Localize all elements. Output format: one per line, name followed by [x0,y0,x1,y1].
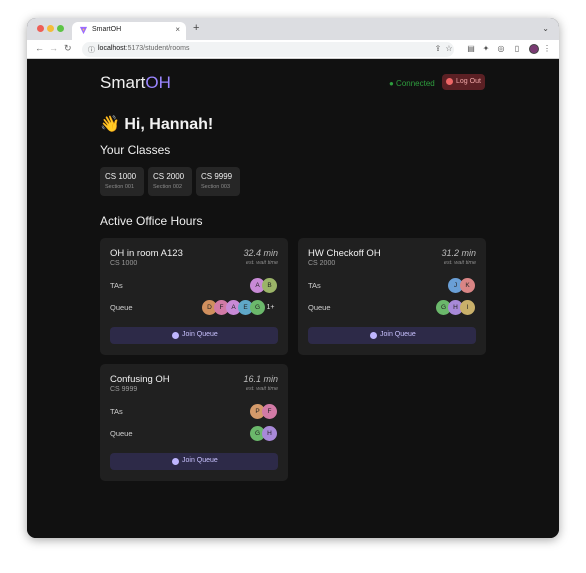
ta-avatar[interactable]: K [460,278,475,293]
vite-favicon-icon [79,26,88,35]
logout-icon [446,78,453,85]
logout-button[interactable]: Log Out [442,74,485,90]
tab-title: SmartOH [92,26,122,33]
ta-avatars: P F [250,404,278,419]
room-course: CS 2000 [308,260,336,267]
new-tab-button[interactable]: + [193,22,199,34]
class-section: Section 003 [201,184,231,190]
queue-avatar[interactable]: I [460,300,475,315]
class-section: Section 001 [105,184,135,190]
url-text: localhost:5173/student/rooms [98,45,189,52]
queue-avatars: D F A E G 1+ [202,300,278,315]
ta-avatar[interactable]: B [262,278,277,293]
back-arrow-icon[interactable]: ← [35,43,44,53]
app-page: SmartOH ● Connected Log Out 👋 Hi, Hannah… [27,59,559,538]
tas-label: TAs [110,281,123,290]
site-info-icon[interactable]: ⓘ [88,45,95,55]
wait-time-label: est. wait time [245,386,278,392]
side-panel-icon[interactable]: ▯ [513,45,521,53]
browser-tab[interactable]: SmartOH × [72,22,186,40]
queue-avatars: G H [250,426,278,441]
join-plus-icon [370,332,377,339]
join-queue-button[interactable]: Join Queue [110,327,278,344]
join-queue-label: Join Queue [380,331,416,338]
browser-menu-icon[interactable]: ⋮ [543,45,551,53]
tas-label: TAs [308,281,321,290]
office-hours-card: OH in room A123 CS 1000 32.4 min est. wa… [100,238,288,355]
active-hours-heading: Active Office Hours [100,214,203,228]
room-title: OH in room A123 [110,248,183,259]
join-plus-icon [172,332,179,339]
class-card[interactable]: CS 9999 Section 003 [196,167,240,196]
room-course: CS 1000 [110,260,138,267]
bookmark-star-icon[interactable]: ☆ [445,45,453,53]
profile-avatar[interactable] [529,44,539,54]
wait-time: 16.1 min [243,374,278,384]
wait-time-label: est. wait time [245,260,278,266]
browser-window: SmartOH × + ⌄ ← → ↻ ⓘ localhost:5173/stu… [27,18,559,538]
queue-avatar[interactable]: H [262,426,277,441]
tas-label: TAs [110,407,123,416]
brand-oh: OH [145,73,171,92]
class-code: CS 1000 [105,172,137,181]
room-title: Confusing OH [110,374,170,385]
share-icon[interactable]: ⇪ [434,45,442,53]
logout-label: Log Out [456,78,481,85]
queue-overflow-count: 1+ [266,304,275,311]
office-hours-card: HW Checkoff OH CS 2000 31.2 min est. wai… [298,238,486,355]
class-code: CS 9999 [201,172,233,181]
join-queue-button[interactable]: Join Queue [110,453,278,470]
brand-smart: Smart [100,73,146,92]
class-section: Section 002 [153,184,183,190]
minimize-window-button[interactable] [47,25,54,32]
join-queue-label: Join Queue [182,331,218,338]
reader-icon[interactable]: ▤ [467,45,475,53]
queue-label: Queue [308,303,331,312]
wait-time: 32.4 min [243,248,278,258]
classes-heading: Your Classes [100,143,171,157]
forward-arrow-icon[interactable]: → [49,43,58,53]
tab-bar: SmartOH × + ⌄ [27,18,559,40]
browser-toolbar: ← → ↻ ⓘ localhost:5173/student/rooms ⇪ ☆… [27,40,559,59]
connection-status: ● Connected [389,79,435,88]
queue-label: Queue [110,429,133,438]
room-course: CS 9999 [110,386,138,393]
maximize-window-button[interactable] [57,25,64,32]
join-queue-button[interactable]: Join Queue [308,327,476,344]
greeting: 👋 Hi, Hannah! [100,116,214,133]
office-hours-card: Confusing OH CS 9999 16.1 min est. wait … [100,364,288,481]
app-logo[interactable]: SmartOH [100,73,171,93]
tab-close-icon[interactable]: × [175,25,180,34]
ta-avatars: A B [250,278,278,293]
ta-avatar[interactable]: F [262,404,277,419]
url-host: localhost [98,45,126,52]
join-plus-icon [172,458,179,465]
queue-label: Queue [110,303,133,312]
extensions-puzzle-icon[interactable]: ✦ [482,45,490,53]
class-card[interactable]: CS 2000 Section 002 [148,167,192,196]
join-queue-label: Join Queue [182,457,218,464]
reload-icon[interactable]: ↻ [64,43,72,54]
wait-time-label: est. wait time [443,260,476,266]
wait-time: 31.2 min [441,248,476,258]
url-path: :5173/student/rooms [125,45,190,52]
queue-avatars: G H I [436,300,476,315]
ta-avatars: J K [448,278,476,293]
media-icon[interactable]: ◎ [497,45,505,53]
close-window-button[interactable] [37,25,44,32]
address-bar[interactable]: ⓘ localhost:5173/student/rooms ⇪ ☆ [82,42,454,57]
class-card[interactable]: CS 1000 Section 001 [100,167,144,196]
class-code: CS 2000 [153,172,185,181]
room-title: HW Checkoff OH [308,248,381,259]
tab-search-chevron-icon[interactable]: ⌄ [542,24,549,33]
